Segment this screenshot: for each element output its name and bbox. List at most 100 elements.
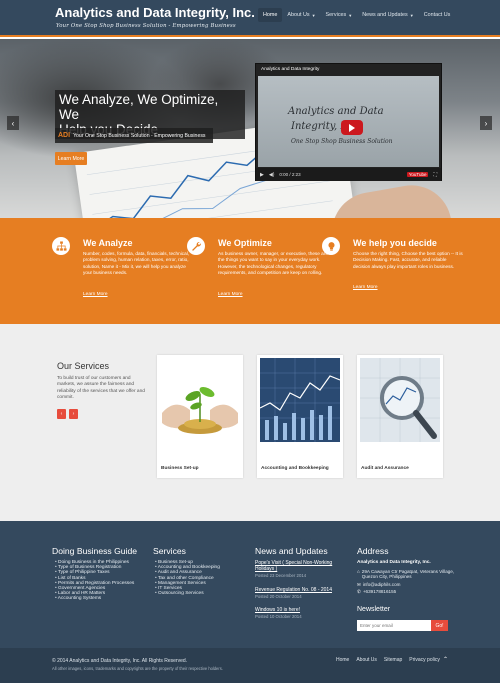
service-card-label: Audit and Assurance: [361, 466, 409, 471]
stock-chart-image: [260, 358, 340, 442]
nav-news[interactable]: News and Updates ▼: [357, 8, 419, 22]
chevron-down-icon: ▼: [409, 12, 414, 18]
video-screen[interactable]: Analytics and Data Integrity, Inc. One S…: [258, 76, 439, 167]
volume-icon[interactable]: ◀): [269, 172, 275, 178]
feature-learn-more-link[interactable]: Learn More: [83, 292, 108, 297]
chevron-up-icon[interactable]: ⌃: [443, 656, 448, 663]
bottom-links: Home About Us Sitemap Privacy policy: [336, 657, 440, 663]
wrench-icon: [187, 237, 205, 255]
service-card-label: Accounting and Bookkeeping: [261, 466, 329, 471]
adi-logo: ADI: [58, 132, 71, 139]
nav-home-label: Home: [263, 12, 278, 18]
feature-text: Number, codes, formula, data, financials…: [83, 251, 190, 275]
video-screen-text: One Stop Shop Business Solution: [291, 138, 393, 145]
feature-learn-more-link[interactable]: Learn More: [353, 285, 378, 290]
footer-address: Analytics and Data Integrity, Inc. ⌂ 29A …: [357, 560, 467, 595]
home-icon: ⌂: [357, 569, 360, 574]
youtube-logo[interactable]: YouTube: [406, 172, 429, 177]
sitemap-icon: [52, 237, 70, 255]
carousel-next-button[interactable]: ›: [69, 409, 78, 419]
phone-text: +639178816155: [362, 589, 397, 595]
nav-home[interactable]: Home: [258, 8, 283, 22]
news-title-link[interactable]: Revenue Regulation No. 08 - 2014: [255, 587, 340, 593]
nav-services-label: Services: [325, 12, 347, 18]
brand-tagline: Your One Stop Shop Business Solution - E…: [56, 23, 236, 29]
hero-subtitle-text: Your One Stop Business Solution - Empowe…: [73, 132, 206, 139]
nav-contact-us[interactable]: Contact Us: [419, 8, 456, 22]
nav-contact-label: Contact Us: [423, 12, 451, 18]
video-title[interactable]: Analytics and Data Integrity: [261, 67, 319, 72]
address-text: 29A Cawayan Ctr Pagatpat, Veterans Villa…: [361, 569, 455, 580]
video-screen-text: Analytics and Data: [288, 106, 384, 117]
bottom-link-about[interactable]: About Us: [356, 657, 377, 663]
newsletter-title: Newsletter: [357, 606, 391, 613]
top-navbar: Analytics and Data Integrity, Inc. Your …: [0, 0, 500, 37]
nav-news-label: News and Updates: [362, 12, 408, 18]
footer-guide-title: Doing Business Guide: [52, 546, 138, 556]
hero-learn-more-button[interactable]: Learn More: [55, 152, 87, 165]
chevron-left-icon[interactable]: ‹: [7, 116, 19, 130]
services-title: Our Services: [57, 361, 110, 371]
company-name: Analytics and Data Integrity, Inc.: [357, 560, 431, 565]
service-card-label: Business Set-up: [161, 466, 199, 471]
video-time: 0:00 / 2:23: [279, 172, 301, 177]
magnifier-image: [360, 358, 440, 442]
news-item: Pope's Visit ( Special Non-Working Holid…: [255, 560, 340, 578]
lightbulb-icon: [322, 237, 340, 255]
chevron-down-icon: ▼: [348, 12, 353, 18]
nav-about-label: About Us: [287, 12, 310, 18]
feature-optimize: We Optimize As business owner, manager, …: [187, 237, 328, 317]
service-card-business-setup[interactable]: Business Set-up: [157, 355, 243, 478]
rights-notice: All other images, icons, trademarks and …: [52, 666, 223, 671]
fullscreen-icon[interactable]: ⛶: [433, 172, 437, 178]
feature-decide: We help you decide Choose the right thin…: [322, 237, 463, 317]
main-nav: Home About Us ▼ Services ▼ News and Update…: [258, 8, 455, 22]
footer-services-title: Services: [153, 546, 186, 556]
service-card-audit[interactable]: Audit and Assurance: [357, 355, 443, 478]
news-item: Revenue Regulation No. 08 - 2014 Posted …: [255, 587, 340, 599]
feature-title: We Optimize: [218, 238, 272, 248]
footer-address-title: Address: [357, 546, 389, 556]
news-date: Posted 23 December 2014: [255, 573, 307, 578]
bottom-link-privacy[interactable]: Privacy policy: [409, 657, 440, 663]
hero-headline-line1: We Analyze, We Optimize, We: [59, 92, 219, 122]
footer-news-title: News and Updates: [255, 546, 328, 556]
carousel-prev-button[interactable]: ‹: [57, 409, 66, 419]
chevron-right-icon[interactable]: ›: [480, 116, 492, 130]
chevron-down-icon: ▼: [311, 12, 316, 18]
feature-text: Choose the right thing, Choose the best …: [353, 251, 463, 269]
address-row: ⌂ 29A Cawayan Ctr Pagatpat, Veterans Vill…: [357, 569, 467, 580]
news-title-link[interactable]: Pope's Visit ( Special Non-Working Holid…: [255, 560, 340, 572]
play-icon[interactable]: [341, 120, 363, 135]
footer-guide-link[interactable]: Accounting Systems: [55, 596, 134, 601]
news-date: Posted 20 October 2014: [255, 594, 302, 599]
feature-analyze: We Analyze Number, codes, formula, data,…: [52, 237, 189, 317]
phone-icon: ✆: [357, 589, 361, 595]
newsletter-submit-button[interactable]: Go!: [431, 620, 448, 631]
copyright: © 2014 Analytics and Data Integrity, Inc…: [52, 658, 188, 664]
footer-services-list: Business Set-up Accounting and Bookkeepi…: [155, 560, 220, 596]
feature-title: We Analyze: [83, 238, 133, 248]
email-link[interactable]: info@adiphils.com: [363, 582, 401, 587]
service-card-accounting[interactable]: Accounting and Bookkeeping: [257, 355, 343, 478]
feature-title: We help you decide: [353, 238, 437, 248]
brand-title[interactable]: Analytics and Data Integrity, Inc.: [55, 5, 255, 20]
news-date: Posted 10 October 2014: [255, 614, 302, 619]
newsletter-email-input[interactable]: [357, 620, 431, 631]
phone-row: ✆ +639178816155: [357, 589, 467, 594]
bottom-link-home[interactable]: Home: [336, 657, 349, 663]
email-row: ✉ info@adiphils.com: [357, 582, 467, 587]
hero-subtitle: ADI Your One Stop Business Solution - Em…: [55, 128, 213, 143]
nav-services[interactable]: Services ▼: [321, 8, 358, 22]
feature-learn-more-link[interactable]: Learn More: [218, 292, 243, 297]
nav-about-us[interactable]: About Us ▼: [282, 8, 320, 22]
footer-service-link[interactable]: Outsourcing Services: [155, 591, 220, 596]
feature-text: As business owner, manager, or executive…: [218, 251, 328, 275]
plant-coins-image: [160, 358, 240, 442]
news-title-link[interactable]: Windows 10 is here!: [255, 607, 340, 613]
bottom-link-sitemap[interactable]: Sitemap: [384, 657, 402, 663]
play-small-icon[interactable]: ▶: [260, 172, 264, 178]
envelope-icon: ✉: [357, 581, 361, 587]
video-player[interactable]: Analytics and Data Integrity Analytics a…: [255, 63, 442, 181]
services-description: To build trust of our customers and mark…: [57, 376, 145, 400]
